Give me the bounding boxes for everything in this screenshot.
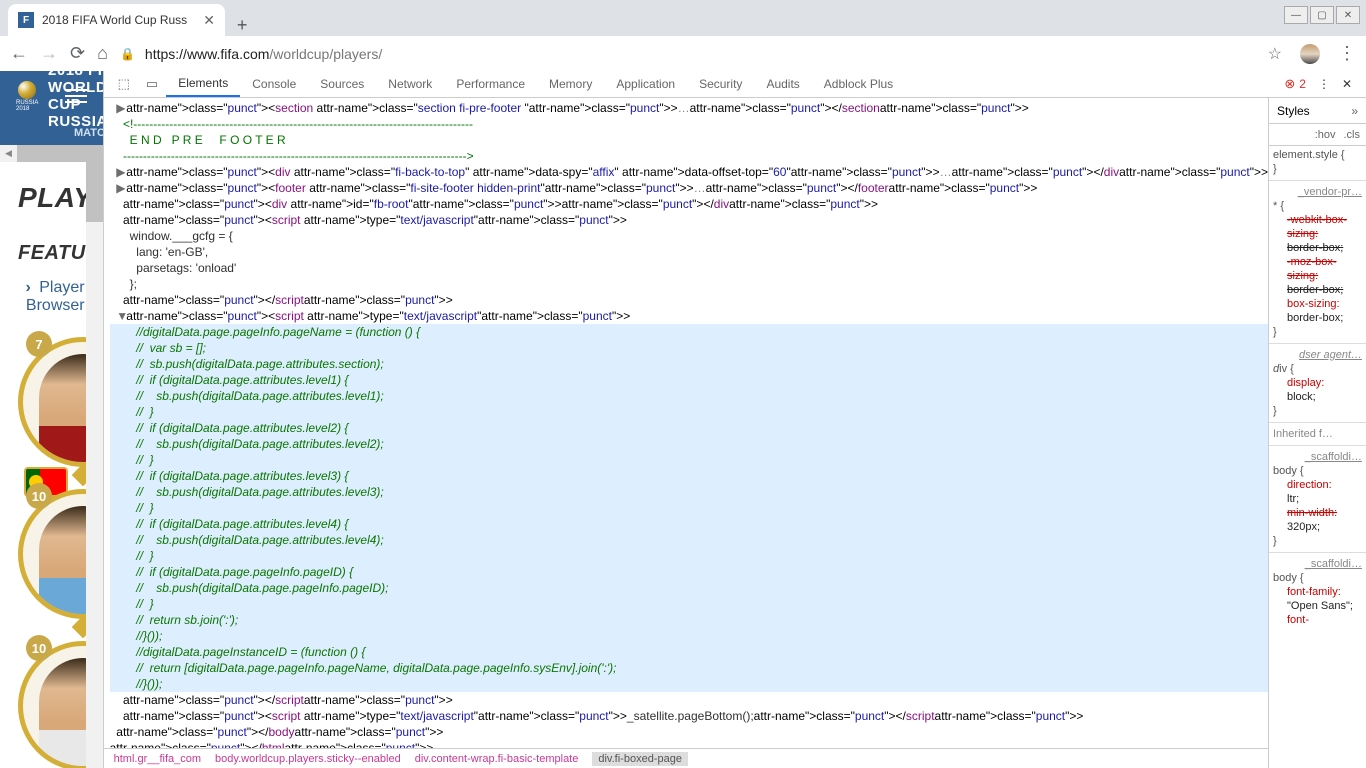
cls-toggle[interactable]: .cls xyxy=(1344,129,1361,141)
window-minimize-button[interactable]: — xyxy=(1284,6,1308,24)
device-toggle-icon[interactable]: ▭ xyxy=(138,76,166,92)
styles-tab-label[interactable]: Styles xyxy=(1277,104,1310,118)
url-path: /worldcup/players/ xyxy=(269,46,382,62)
forward-button[interactable]: → xyxy=(40,43,58,64)
devtools-menu-button[interactable]: ⋮ xyxy=(1318,77,1330,91)
window-close-button[interactable]: ✕ xyxy=(1336,6,1360,24)
elements-tree[interactable]: ▶attr-name">class="punct"><section attr-… xyxy=(104,98,1268,748)
devtools-close-button[interactable]: ✕ xyxy=(1342,77,1352,91)
vertical-scroll-thumb[interactable] xyxy=(86,162,103,222)
reload-button[interactable]: ⟳ xyxy=(70,43,85,64)
hov-toggle[interactable]: :hov xyxy=(1315,129,1336,141)
player-rank-badge: 10 xyxy=(26,635,52,661)
vertical-scrollbar[interactable] xyxy=(86,162,103,768)
inspect-icon[interactable]: ⬚ xyxy=(110,76,138,92)
player-rank-badge: 7 xyxy=(26,331,52,357)
horizontal-scrollbar[interactable]: ◀ ▶ xyxy=(0,145,103,162)
tab-performance[interactable]: Performance xyxy=(444,71,537,97)
styles-panel: Styles » :hov .cls element.style { } _ve… xyxy=(1268,98,1366,768)
crumb[interactable]: html.gr__fifa_com xyxy=(114,753,201,765)
player-rank-badge: 10 xyxy=(26,483,52,509)
profile-avatar[interactable] xyxy=(1300,44,1320,64)
fifa-logo-icon[interactable]: RUSSIA 2018 xyxy=(16,74,38,118)
bookmark-icon[interactable]: ☆ xyxy=(1268,44,1282,64)
players-heading: PLAYERS xyxy=(18,182,85,214)
browser-chrome: — ▢ ✕ F 2018 FIFA World Cup Russ ✕ + ← →… xyxy=(0,0,1366,71)
tab-security[interactable]: Security xyxy=(687,71,754,97)
styles-rules[interactable]: element.style { } _vendor-pr… * { -webki… xyxy=(1269,146,1366,768)
browser-toolbar: ← → ⟳ ⌂ 🔒 https://www.fifa.com/worldcup/… xyxy=(0,36,1366,71)
player-card[interactable]: 10 LUKA MODRIC CROATIA Midfielder xyxy=(18,641,85,768)
styles-more-icon[interactable]: » xyxy=(1351,104,1358,118)
url-host: https://www.fifa.com xyxy=(145,46,269,62)
tab-title: 2018 FIFA World Cup Russ xyxy=(42,13,187,27)
back-button[interactable]: ← xyxy=(10,43,28,64)
home-button[interactable]: ⌂ xyxy=(97,43,108,64)
error-count-badge[interactable]: 2 xyxy=(1284,76,1306,92)
window-maximize-button[interactable]: ▢ xyxy=(1310,6,1334,24)
horizontal-scroll-thumb[interactable] xyxy=(17,145,103,162)
tab-console[interactable]: Console xyxy=(240,71,308,97)
site-header: RUSSIA 2018 2018 FIFA WORLD CUP RUSSIA™ xyxy=(0,71,103,121)
tab-adblock[interactable]: Adblock Plus xyxy=(812,71,905,97)
tab-elements[interactable]: Elements xyxy=(166,71,240,97)
browser-tab[interactable]: F 2018 FIFA World Cup Russ ✕ xyxy=(8,4,225,36)
hamburger-menu-button[interactable] xyxy=(65,89,87,103)
crumb[interactable]: body.worldcup.players.sticky--enabled xyxy=(215,753,401,765)
devtools-panel: ⬚ ▭ Elements Console Sources Network Per… xyxy=(103,71,1366,768)
scroll-left-icon[interactable]: ◀ xyxy=(0,145,17,162)
featured-heading: FEATURED xyxy=(18,242,85,265)
crumb-active[interactable]: div.fi-boxed-page xyxy=(592,752,688,766)
player-card[interactable]: 7 CRISTIANO RONALDO PORTUGAL Forward xyxy=(18,337,85,467)
browser-menu-button[interactable]: ⋮ xyxy=(1338,43,1356,64)
address-bar[interactable]: 🔒 https://www.fifa.com/worldcup/players/ xyxy=(120,46,1236,62)
lock-icon: 🔒 xyxy=(120,47,135,61)
crumb[interactable]: div.content-wrap.fi-basic-template xyxy=(415,753,579,765)
player-browser-link[interactable]: › Player Browser xyxy=(18,279,85,315)
player-card[interactable]: 10 LIONEL MESSI ARGENTINA Forward xyxy=(18,489,85,619)
tab-audits[interactable]: Audits xyxy=(754,71,811,97)
tab-application[interactable]: Application xyxy=(604,71,687,97)
tab-network[interactable]: Network xyxy=(376,71,444,97)
chevron-right-icon: › xyxy=(25,279,30,296)
favicon-icon: F xyxy=(18,12,34,28)
page-content: RUSSIA 2018 2018 FIFA WORLD CUP RUSSIA™ … xyxy=(0,71,103,768)
tab-sources[interactable]: Sources xyxy=(308,71,376,97)
elements-breadcrumb[interactable]: html.gr__fifa_com body.worldcup.players.… xyxy=(104,748,1268,768)
new-tab-button[interactable]: + xyxy=(225,15,260,36)
tab-memory[interactable]: Memory xyxy=(537,71,604,97)
devtools-tabs: ⬚ ▭ Elements Console Sources Network Per… xyxy=(104,71,1366,98)
close-tab-button[interactable]: ✕ xyxy=(203,12,215,29)
